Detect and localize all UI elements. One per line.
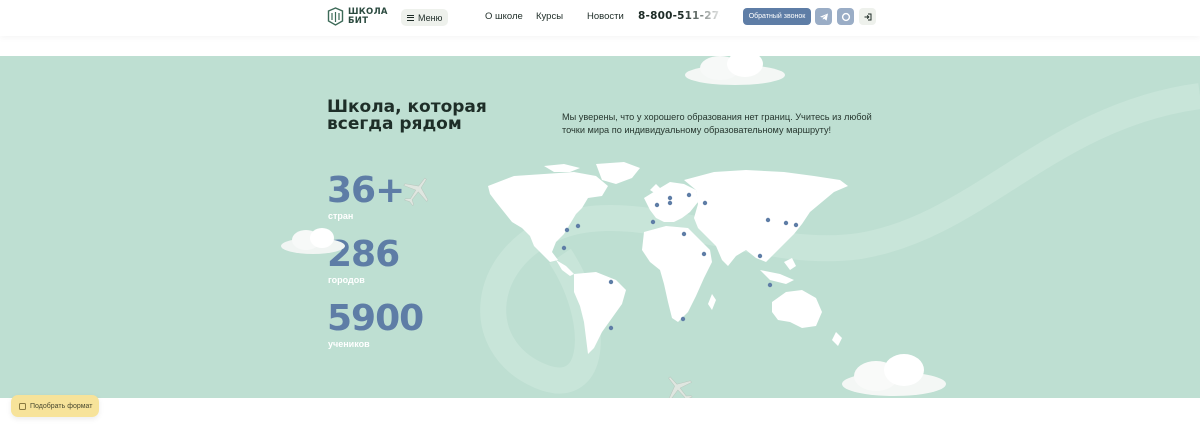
hero-description: Мы уверены, что у хорошего образования н… xyxy=(562,112,872,135)
stat-students-label: учеников xyxy=(328,339,370,349)
nav-about[interactable]: О школе xyxy=(485,11,523,22)
burger-icon xyxy=(407,14,414,21)
hero-section: Школа, которая всегда рядом Мы уверены, … xyxy=(0,56,1200,398)
world-map xyxy=(488,162,848,354)
cloud-image xyxy=(685,56,785,85)
logo-icon xyxy=(327,7,344,26)
callback-button[interactable]: Обратный звонок xyxy=(743,8,811,25)
choose-format-label: Подобрать формат xyxy=(30,402,93,410)
choose-format-button[interactable]: Подобрать формат xyxy=(11,395,99,417)
menu-label: Меню xyxy=(418,12,443,23)
phone-number[interactable]: 8-800-511-27-0 xyxy=(638,10,720,22)
login-button[interactable] xyxy=(859,8,876,25)
stat-countries-label: стран xyxy=(328,211,354,221)
menu-button[interactable]: Меню xyxy=(401,9,449,26)
telegram-icon xyxy=(819,13,828,21)
chat-icon xyxy=(841,12,850,21)
site-header: ШКОЛА БИТ Меню О школе Курсы Новости 8-8… xyxy=(0,0,1200,36)
airplane-icon xyxy=(403,177,429,207)
cloud-image xyxy=(281,228,345,254)
format-icon xyxy=(19,402,26,410)
hero-title: Школа, которая всегда рядом xyxy=(327,97,487,134)
telegram-button[interactable] xyxy=(815,8,832,25)
logo-line-2: БИТ xyxy=(348,15,369,26)
stat-students-value: 5900 xyxy=(327,298,424,339)
stat-countries-value: 36+ xyxy=(327,170,405,211)
nav-news[interactable]: Новости xyxy=(587,11,624,22)
logo[interactable]: ШКОЛА БИТ xyxy=(327,7,388,26)
nav-courses[interactable]: Курсы xyxy=(536,11,563,22)
login-icon xyxy=(864,13,871,20)
chat-button[interactable] xyxy=(837,8,854,25)
airplane-icon xyxy=(668,376,693,398)
cloud-image xyxy=(842,354,946,396)
stat-cities-label: городов xyxy=(328,275,365,285)
